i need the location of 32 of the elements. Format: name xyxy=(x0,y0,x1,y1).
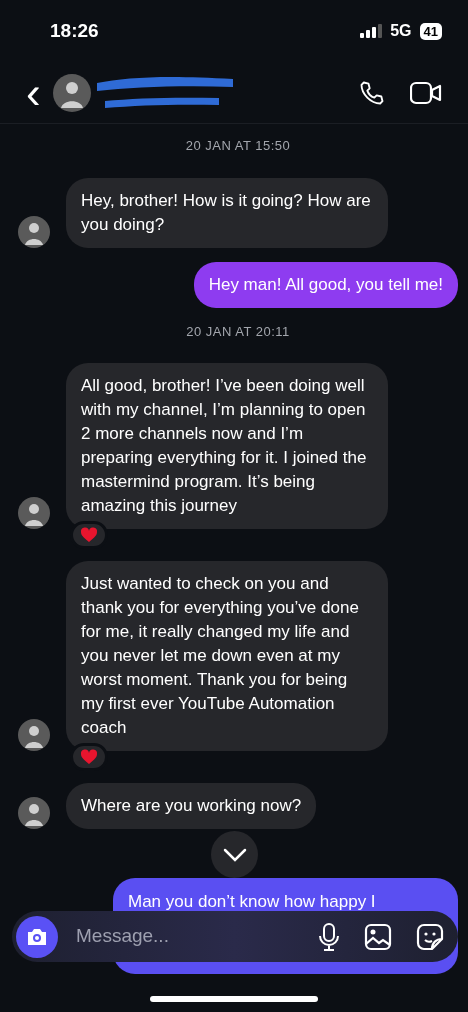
clock-time: 18:26 xyxy=(50,18,99,43)
signal-icon xyxy=(360,24,383,38)
gallery-button[interactable] xyxy=(364,922,392,951)
avatar-icon[interactable] xyxy=(52,73,91,112)
message-bubble: Just wanted to check on you and thank you for everything you’ve done for me, it really changed my life and you never let me down even at my worst moment. Thank you for being my first ever YouTube Automation coach xyxy=(66,561,388,751)
avatar-icon xyxy=(18,215,50,248)
avatar-icon xyxy=(18,719,50,751)
image-icon xyxy=(364,922,392,951)
back-button[interactable]: ‹ xyxy=(22,70,45,115)
timestamp: 20 JAN AT 15:50 xyxy=(184,137,292,155)
message-composer[interactable]: Message... xyxy=(12,911,458,962)
message-bubble: Hey, brother! How is it going? How are you doing? xyxy=(66,177,388,248)
scroll-down-button[interactable] xyxy=(211,831,258,878)
sticker-icon xyxy=(416,922,444,951)
avatar-icon xyxy=(18,797,50,829)
chevron-down-icon xyxy=(222,848,247,863)
heart-icon xyxy=(80,527,98,543)
microphone-button[interactable] xyxy=(318,922,340,951)
network-label: 5G xyxy=(390,21,412,41)
message-bubble: All good, brother! I’ve been doing well with my channel, I’m planning to open 2 more channels now and I’m preparing everything for it. I joined the mastermind program. It’s being amazing this journey xyxy=(66,363,388,529)
avatar-icon xyxy=(18,497,50,529)
sticker-button[interactable] xyxy=(416,922,444,951)
microphone-icon xyxy=(318,922,340,951)
battery-level: 41 xyxy=(419,22,442,40)
camera-button[interactable] xyxy=(16,915,58,958)
message-bubble: Hey man! All good, you tell me! xyxy=(193,261,458,308)
video-camera-icon[interactable] xyxy=(410,79,442,106)
heart-icon xyxy=(80,749,98,765)
message-input[interactable]: Message... xyxy=(74,921,274,952)
timestamp: 20 JAN AT 20:11 xyxy=(185,322,291,341)
message-bubble: Where are you working now? xyxy=(66,783,317,829)
camera-icon xyxy=(26,927,48,946)
